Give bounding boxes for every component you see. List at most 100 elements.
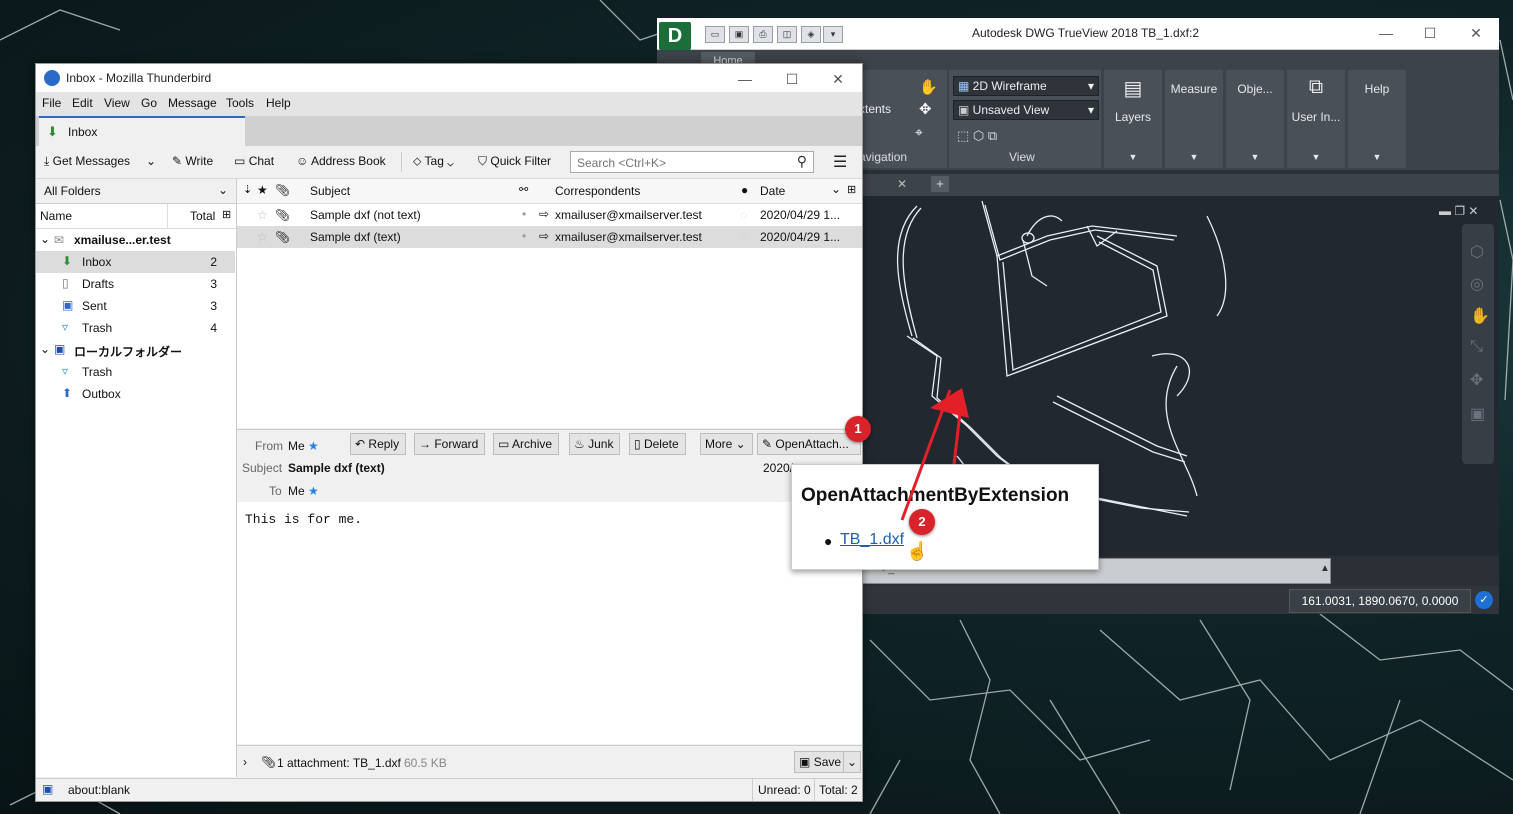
star-icon[interactable]: ★ <box>308 484 319 498</box>
close-tab-icon[interactable]: ✕ <box>897 177 907 191</box>
to-value[interactable]: Me ★ <box>288 484 319 498</box>
objects-panel[interactable]: Obje... ▼ <box>1226 70 1284 168</box>
chevron-down-icon[interactable]: ⌄ <box>40 232 50 246</box>
chevron-up-icon[interactable]: ▲ <box>1320 563 1330 574</box>
dwg-minimize-button[interactable]: — <box>1375 22 1397 44</box>
local-folder-trash[interactable]: ▿ Trash <box>36 361 235 383</box>
view-cube-icon[interactable]: ⬚ ⬡ ⧉ <box>957 128 997 144</box>
navigation-bar[interactable]: ⬡ ◎ ✋ ⤡ ✥ ▣ <box>1462 224 1494 464</box>
star-column-icon[interactable]: ★ <box>257 183 268 197</box>
saved-view-dropdown[interactable]: ▣ Unsaved View ▾ <box>953 100 1099 120</box>
message-row-selected[interactable]: ☆ 📎︎ Sample dxf (text) • ⇨ xmailuser@xma… <box>237 226 862 248</box>
chevron-down-icon[interactable]: ⌄ <box>40 342 50 356</box>
attachment-summary[interactable]: 1 attachment: TB_1.dxf <box>277 756 401 770</box>
local-folders-row[interactable]: ⌄ ▣ ローカルフォルダー <box>36 339 235 361</box>
viewcube-icon[interactable]: ⬡ <box>1470 242 1484 262</box>
search-box[interactable]: ⚲ <box>570 151 814 173</box>
viewport-controls[interactable]: ▬ ❐ ✕ <box>1439 204 1478 218</box>
save-dropdown-button[interactable]: ⌄ <box>843 751 862 773</box>
attachment-link[interactable]: TB_1.dxf <box>840 531 904 549</box>
more-button[interactable]: More ⌄ <box>700 433 753 455</box>
folder-drafts[interactable]: ▯ Drafts 3 <box>36 273 235 295</box>
visual-style-dropdown[interactable]: ▦ 2D Wireframe ▾ <box>953 76 1099 96</box>
online-status-icon[interactable]: ▣ <box>42 782 53 796</box>
dwg-close-button[interactable]: ✕ <box>1465 22 1487 44</box>
folder-sent[interactable]: ▣ Sent 3 <box>36 295 235 317</box>
orbit-icon[interactable]: ✥ <box>1470 370 1483 390</box>
tag-button[interactable]: ⬦ Tag ⌄ <box>413 154 454 169</box>
quick-filter-button[interactable]: ⛉ Quick Filter <box>478 154 551 169</box>
thread-column-icon[interactable]: ⇣ <box>243 183 252 196</box>
message-row[interactable]: ☆ 📎︎ Sample dxf (not text) • ⇨ xmailuser… <box>237 204 862 226</box>
tab-inbox[interactable]: ⬇ Inbox <box>39 116 245 146</box>
status-settings-icon[interactable]: ✓ <box>1475 591 1493 609</box>
open-icon[interactable]: ▭ <box>705 26 725 43</box>
junk-column-icon[interactable]: ● <box>741 183 748 197</box>
help-panel[interactable]: Help ▼ <box>1348 70 1406 168</box>
junk-status-icon[interactable]: ◌ <box>740 208 747 222</box>
chevron-right-icon[interactable]: › <box>243 755 247 769</box>
write-button[interactable]: ✎ Write <box>172 154 213 168</box>
preview-icon[interactable]: ◫ <box>777 26 797 43</box>
qat-dropdown-icon[interactable]: ▾ <box>823 26 843 43</box>
star-icon[interactable]: ★ <box>308 439 319 453</box>
column-picker-icon[interactable]: ⊞ <box>847 183 856 196</box>
batch-plot-icon[interactable]: ▣ <box>729 26 749 43</box>
column-picker-icon[interactable]: ⊞ <box>222 208 231 221</box>
extents-label[interactable]: xtents <box>859 102 891 116</box>
menu-help[interactable]: Help <box>266 96 291 110</box>
pan-hand-icon[interactable]: ✋ <box>919 78 938 96</box>
menu-edit[interactable]: Edit <box>72 96 93 110</box>
from-value[interactable]: Me ★ <box>288 439 319 453</box>
address-book-button[interactable]: ☺ Address Book <box>296 154 386 168</box>
open-attachment-button[interactable]: ✎ OpenAttach... <box>757 433 861 455</box>
zoom-icon[interactable]: ⤡ <box>1470 338 1483 356</box>
star-icon[interactable]: ☆ <box>257 230 268 244</box>
search-input[interactable] <box>575 153 789 173</box>
pan-icon[interactable]: ✋ <box>1470 306 1490 326</box>
folder-trash[interactable]: ▿ Trash 4 <box>36 317 235 339</box>
get-messages-dropdown[interactable]: ⌄ <box>146 154 156 168</box>
star-icon[interactable]: ☆ <box>257 208 268 222</box>
menu-go[interactable]: Go <box>141 96 157 110</box>
tb-maximize-button[interactable]: ☐ <box>781 68 803 90</box>
reply-button[interactable]: ↶ Reply <box>350 433 407 455</box>
new-drawing-tab-icon[interactable]: + <box>931 176 949 192</box>
col-name[interactable]: Name <box>40 209 72 223</box>
user-interface-panel[interactable]: ⧉ User In... ▼ <box>1287 70 1345 168</box>
orbit-icon[interactable]: ✥ <box>919 100 932 118</box>
menu-view[interactable]: View <box>104 96 130 110</box>
read-status-icon[interactable]: • <box>522 229 526 243</box>
chat-button[interactable]: ▭ Chat <box>234 154 274 168</box>
folder-inbox[interactable]: ⬇ Inbox 2 <box>36 251 235 273</box>
save-button[interactable]: ▣ Save <box>794 751 849 773</box>
junk-button[interactable]: ♨ Junk <box>569 433 621 455</box>
hamburger-menu-icon[interactable]: ☰ <box>833 152 847 172</box>
delete-button[interactable]: ▯ Delete <box>629 433 686 455</box>
read-status-icon[interactable]: • <box>522 207 526 221</box>
search-icon[interactable]: ⚲ <box>797 153 807 170</box>
tb-minimize-button[interactable]: — <box>734 68 756 90</box>
attachment-column-icon[interactable]: 📎︎ <box>275 183 290 197</box>
steering-wheel-icon[interactable]: ◎ <box>1470 274 1484 294</box>
col-correspondents[interactable]: Correspondents <box>555 184 640 198</box>
measure-panel[interactable]: Measure ▼ <box>1165 70 1223 168</box>
dwg-maximize-button[interactable]: ☐ <box>1419 22 1441 44</box>
read-column-icon[interactable]: ⚯ <box>519 183 528 196</box>
menu-message[interactable]: Message <box>168 96 217 110</box>
col-date[interactable]: Date <box>760 184 785 198</box>
menu-tools[interactable]: Tools <box>226 96 254 110</box>
junk-status-icon[interactable]: ◌ <box>740 230 747 244</box>
col-total[interactable]: Total <box>190 209 215 223</box>
dwg-app-logo[interactable]: D <box>659 22 691 50</box>
local-folder-outbox[interactable]: ⬆ Outbox <box>36 383 235 405</box>
col-subject[interactable]: Subject <box>310 184 350 198</box>
forward-button[interactable]: → Forward <box>414 433 486 455</box>
account-row[interactable]: ⌄ ✉ xmailuse...er.test <box>36 229 235 251</box>
folder-mode-select[interactable]: All Folders ⌄ <box>36 179 236 204</box>
layers-panel[interactable]: ▤ Layers ▼ <box>1104 70 1162 168</box>
showmotion-icon[interactable]: ▣ <box>1470 404 1485 424</box>
menu-file[interactable]: File <box>42 96 61 110</box>
publish-icon[interactable]: ◈ <box>801 26 821 43</box>
get-messages-button[interactable]: ⤓ Get Messages <box>44 154 130 169</box>
